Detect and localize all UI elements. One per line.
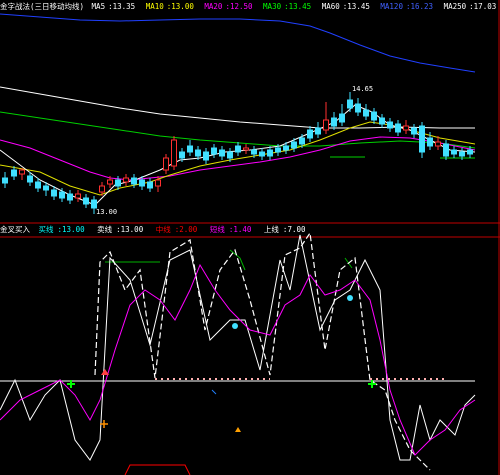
candle-body — [283, 145, 289, 151]
candle-body — [19, 169, 25, 175]
candle-body — [139, 179, 145, 187]
candle-body — [315, 127, 321, 135]
sub-indicator-header: 金叉买入 买线:13.00 卖线:13.00 中线:2.00 短线:1.40 上… — [0, 224, 500, 237]
blue-tick — [211, 389, 217, 395]
candle-body — [43, 185, 49, 191]
candle-body — [155, 179, 161, 187]
main-indicator-header: 金字战法(三日移动均线) MA5:13.35 MA10:13.00 MA20:1… — [0, 0, 500, 14]
candle-body — [99, 185, 105, 193]
candle-body — [163, 157, 169, 171]
candle-body — [331, 117, 337, 127]
candle-body — [195, 149, 201, 157]
candle-body — [107, 179, 113, 185]
candle-body — [115, 179, 121, 187]
candle-body — [35, 181, 41, 189]
ma30-readout: MA30:13.45 — [263, 2, 312, 11]
ma60-readout: MA60:13.45 — [321, 2, 370, 11]
indicator-title[interactable]: 金字战法(三日移动均线) — [0, 2, 84, 11]
candle-body — [291, 141, 297, 149]
cyan-dot — [347, 295, 353, 301]
mid-line-readout: 中线:2.00 — [155, 225, 198, 234]
candle-body — [307, 129, 313, 139]
candle-body — [363, 109, 369, 117]
candle-body — [147, 181, 153, 189]
candle-body — [75, 193, 81, 199]
candle-body — [459, 151, 465, 157]
d-line — [0, 234, 476, 461]
red-bottom-frame — [124, 464, 191, 475]
candle-body — [227, 151, 233, 159]
candle-body — [11, 169, 17, 177]
short-line-readout: 短线:1.40 — [209, 225, 252, 234]
candle-body — [411, 127, 417, 135]
candle-body — [467, 149, 473, 155]
sell-line-readout: 卖线:13.00 — [97, 225, 144, 234]
candle-body — [67, 193, 73, 201]
candle-body — [323, 119, 329, 131]
buy-arrow-icon — [235, 427, 241, 432]
candle-body — [83, 197, 89, 205]
candle-body — [179, 151, 185, 159]
ma5-readout: MA5:13.35 — [91, 2, 136, 11]
low-price-label: 13.00 — [96, 208, 118, 216]
candle-body — [91, 199, 97, 209]
candle-body — [259, 151, 265, 157]
candle-body — [267, 149, 273, 157]
candle-body — [395, 123, 401, 133]
candle-body — [171, 139, 177, 167]
candlestick-series — [2, 92, 473, 214]
candle-body — [131, 177, 137, 185]
ma10-readout: MA10:13.00 — [145, 2, 194, 11]
k-line-dashed — [94, 231, 431, 471]
candle-body — [443, 143, 449, 157]
sub-indicator-title[interactable]: 金叉买入 — [0, 225, 30, 234]
candle-body — [235, 145, 241, 153]
candle-body — [211, 147, 217, 155]
candle-body — [355, 103, 361, 113]
buy-arrow-icon — [101, 369, 109, 375]
candle-body — [59, 191, 65, 199]
candle-body — [387, 121, 393, 129]
candle-body — [51, 189, 57, 197]
chart-canvas[interactable] — [0, 0, 500, 475]
candle-body — [2, 177, 8, 184]
ma250-readout: MA250:17.03 — [443, 2, 497, 11]
candle-body — [427, 137, 433, 147]
candle-body — [371, 111, 377, 121]
candle-body — [451, 149, 457, 155]
candle-body — [379, 117, 385, 125]
candle-body — [123, 177, 129, 183]
candle-body — [243, 147, 249, 151]
candle-body — [403, 125, 409, 131]
candle-body — [339, 113, 345, 123]
ma10-line — [0, 121, 476, 196]
candle-body — [419, 125, 425, 153]
candle-body — [219, 149, 225, 157]
ma60-line — [0, 86, 475, 129]
candle-body — [347, 99, 353, 109]
ma120-readout: MA120:16.23 — [380, 2, 434, 11]
candle-body — [203, 151, 209, 161]
candle-body — [187, 145, 193, 153]
candle-body — [275, 147, 281, 153]
candle-body — [299, 137, 305, 145]
candle-body — [435, 141, 441, 147]
ma20-readout: MA20:12.50 — [204, 2, 253, 11]
upper-line-readout: 上线:7.00 — [263, 225, 306, 234]
cyan-dot — [232, 323, 238, 329]
stock-chart-screen: 金字战法(三日移动均线) MA5:13.35 MA10:13.00 MA20:1… — [0, 0, 500, 475]
ma120-line — [0, 13, 476, 73]
buy-line-readout: 买线:13.00 — [38, 225, 85, 234]
high-price-label: 14.65 — [352, 85, 374, 93]
candle-body — [251, 149, 257, 155]
candle-body — [27, 175, 33, 183]
